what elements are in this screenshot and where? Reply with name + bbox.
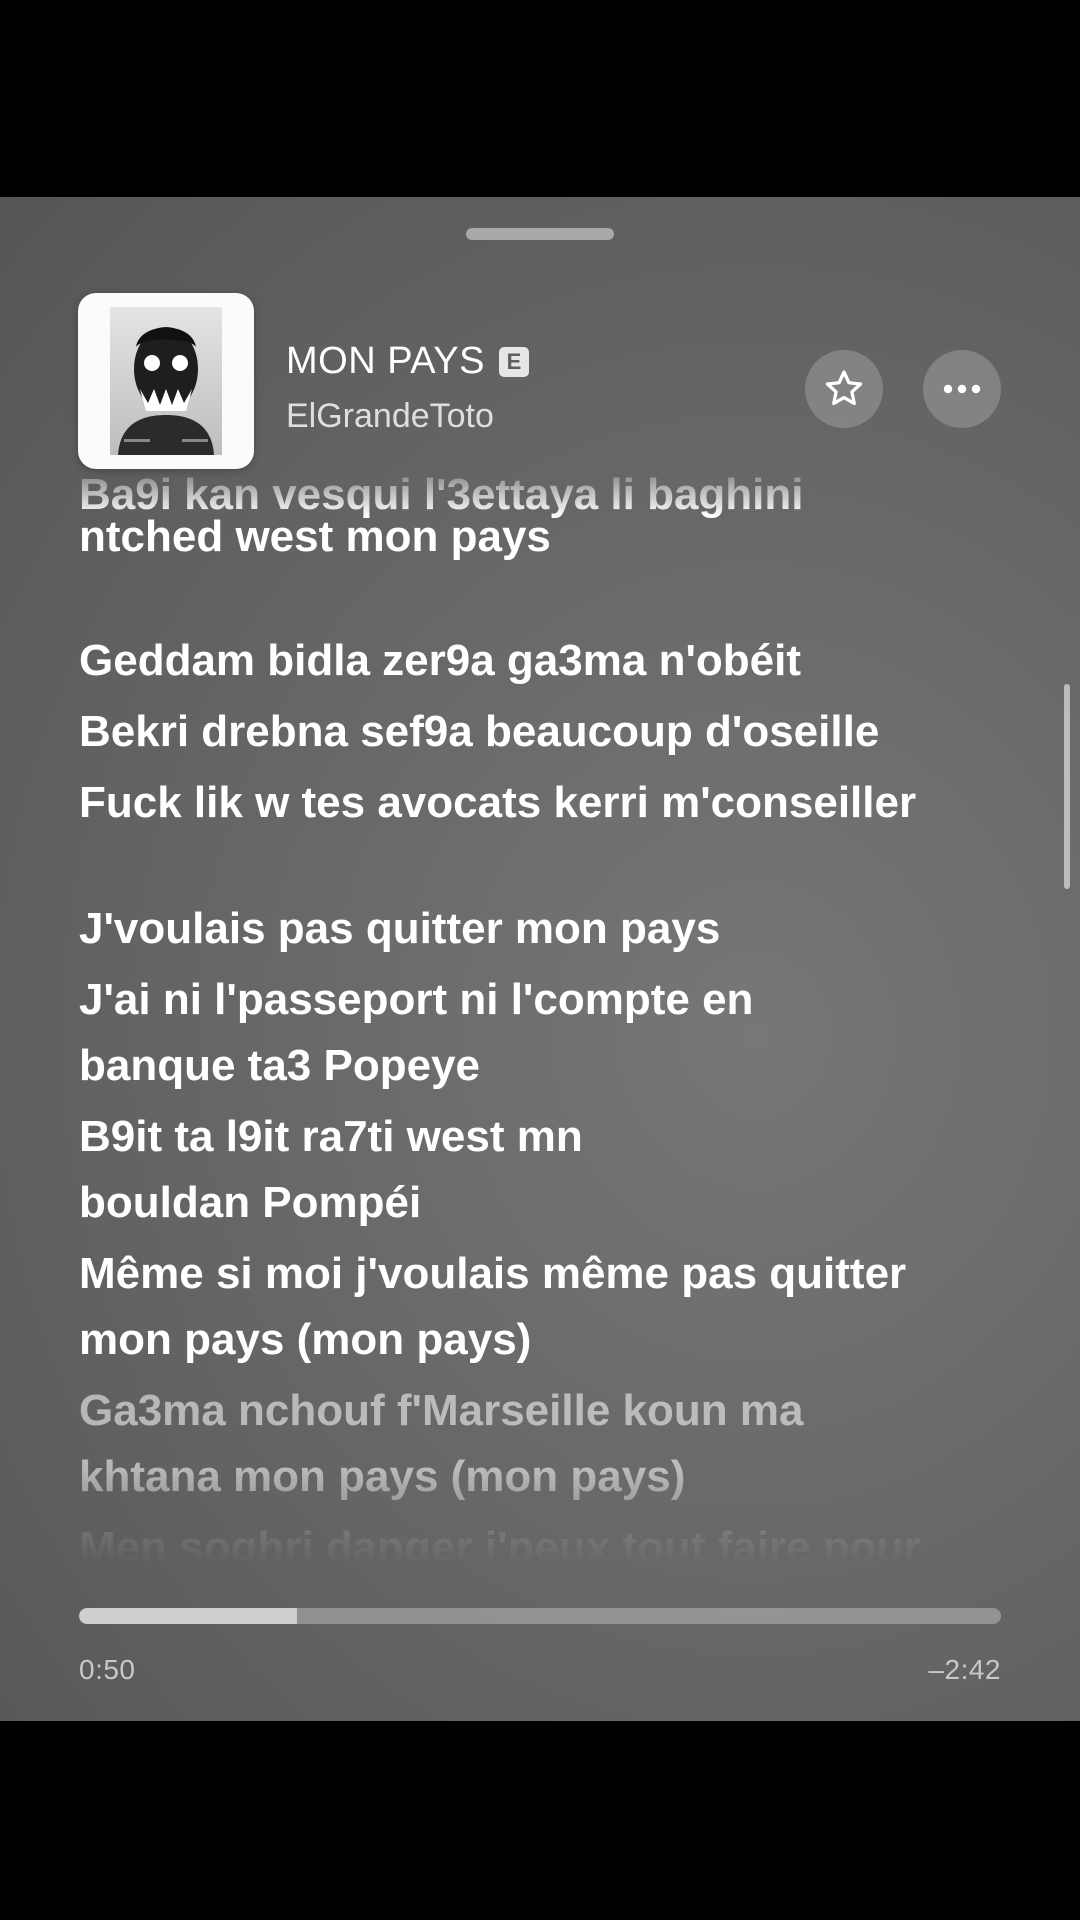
playback-progress-bar[interactable] — [79, 1608, 1001, 1624]
lyric-line[interactable]: Bekri drebna sef9a beaucoup d'oseille — [79, 699, 1019, 765]
lyric-line[interactable]: ntched west mon pays — [79, 504, 1019, 570]
lyric-line[interactable]: J'ai ni l'passeport ni l'compte en — [79, 967, 1019, 1033]
song-title: MON PAYS — [286, 340, 485, 382]
lyric-line[interactable]: Men soghri danger j'peux tout faire pour — [79, 1515, 1019, 1564]
lyric-line[interactable]: banque ta3 Popeye — [79, 1033, 1019, 1099]
lyric-line[interactable]: B9it ta l9it ra7ti west mn — [79, 1104, 1019, 1170]
lyric-line[interactable]: khtana mon pays (mon pays) — [79, 1444, 1019, 1510]
lyric-line[interactable]: Fuck lik w tes avocats kerri m'conseille… — [79, 770, 1019, 836]
lyric-line[interactable]: Ga3ma nchouf f'Marseille koun ma — [79, 1378, 1019, 1444]
now-playing-sheet: MON PAYS E ElGrandeToto Ba9i kan vesqui … — [0, 197, 1080, 1721]
sheet-grabber-handle[interactable] — [466, 228, 614, 240]
lyric-line[interactable]: mon pays (mon pays) — [79, 1307, 1019, 1373]
star-icon — [825, 370, 863, 406]
lyric-line[interactable]: Geddam bidla zer9a ga3ma n'obéit — [79, 628, 1019, 694]
lyric-line[interactable]: Même si moi j'voulais même pas quitter — [79, 1241, 1019, 1307]
remaining-time: –2:42 — [928, 1654, 1001, 1685]
playback-progress-fill — [79, 1608, 297, 1624]
lyric-line[interactable]: J'voulais pas quitter mon pays — [79, 896, 1019, 962]
album-artwork[interactable] — [78, 293, 254, 469]
explicit-badge: E — [498, 346, 529, 377]
artist-name[interactable]: ElGrandeToto — [286, 397, 494, 436]
elapsed-time: 0:50 — [79, 1654, 136, 1685]
title-row: MON PAYS E — [286, 340, 529, 383]
lyrics-scrollbar[interactable] — [1064, 684, 1070, 889]
album-cover-image — [110, 307, 222, 455]
lyrics-view[interactable]: Ba9i kan vesqui l'3ettaya li baghini ntc… — [0, 459, 1080, 1564]
lyric-line[interactable]: bouldan Pompéi — [79, 1170, 1019, 1236]
more-dots-icon — [943, 384, 981, 394]
more-options-button[interactable] — [923, 350, 1001, 428]
favorite-button[interactable] — [805, 350, 883, 428]
